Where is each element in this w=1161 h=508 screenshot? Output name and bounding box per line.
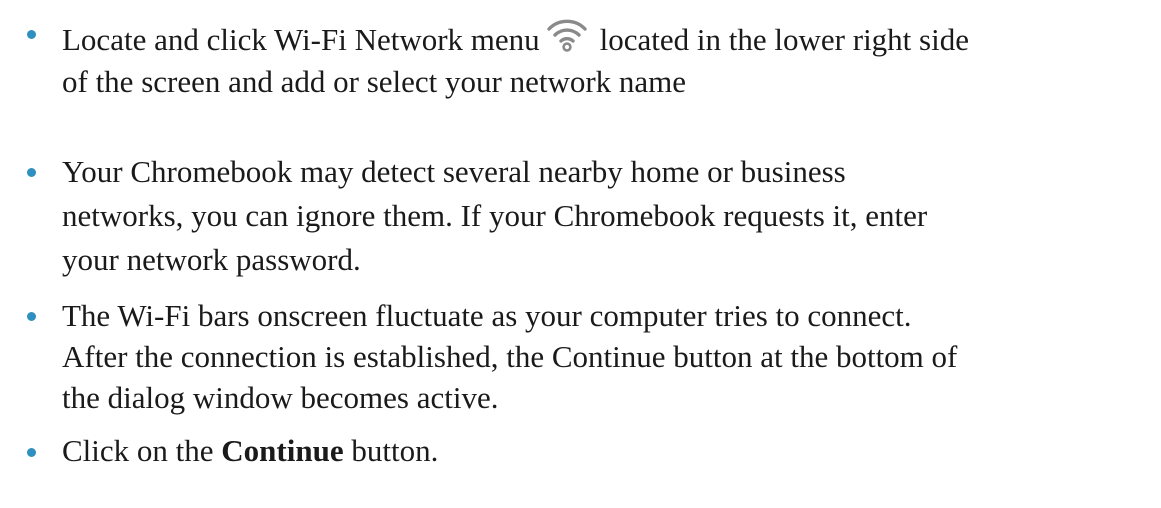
text-line: Your Chromebook may detect several nearb… — [62, 154, 846, 189]
text-line: networks, you can ignore them. If your C… — [62, 198, 928, 233]
wifi-icon — [546, 19, 587, 52]
text-line: of the screen and add or select your net… — [62, 64, 687, 99]
text-line: the dialog window becomes active. — [62, 380, 499, 415]
text-line: your network password. — [62, 242, 361, 277]
text-line: The Wi-Fi bars onscreen fluctuate as you… — [62, 298, 912, 333]
list-item: The Wi-Fi bars onscreen fluctuate as you… — [27, 295, 1152, 418]
continue-label: Continue — [221, 433, 344, 468]
text-suffix: button. — [351, 433, 439, 468]
bullet-icon — [27, 448, 36, 457]
list-item: Click on the Continue button. — [27, 430, 1152, 472]
list-item: Locate and click Wi-Fi Network menu loca… — [27, 12, 1152, 103]
bullet-icon — [27, 30, 36, 39]
bullet-icon — [27, 168, 36, 177]
list-item: Your Chromebook may detect several nearb… — [27, 150, 1152, 282]
text-line: After the connection is established, the… — [62, 339, 958, 374]
text-line: Click on the Continue button. — [62, 430, 1152, 472]
text-prefix: Click on the — [62, 433, 214, 468]
text-line: Locate and click Wi-Fi Network menu loca… — [62, 12, 1152, 61]
bullet-icon — [27, 312, 36, 321]
